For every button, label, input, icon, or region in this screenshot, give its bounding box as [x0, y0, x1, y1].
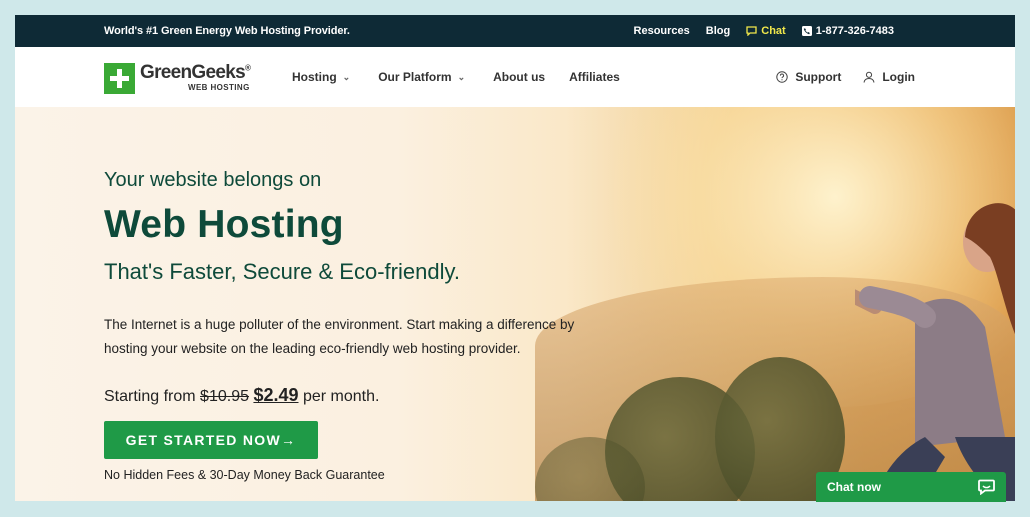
price-old: $10.95: [200, 388, 249, 405]
price-new: $2.49: [253, 385, 299, 405]
nav-item-label: Affiliates: [569, 70, 620, 84]
login-label: Login: [882, 70, 915, 84]
hero-subhead: That's Faster, Secure & Eco-friendly.: [104, 259, 460, 284]
top-bar-links: Resources Blog Chat 1-877-326-7483: [618, 25, 894, 37]
chevron-down-icon: ⌄: [457, 71, 466, 82]
hero-headline: Web Hosting: [104, 203, 344, 246]
logo-subtitle: WEB HOSTING: [188, 83, 250, 92]
top-bar: World's #1 Green Energy Web Hosting Prov…: [15, 15, 1015, 47]
phone-link[interactable]: 1-877-326-7483: [801, 25, 894, 37]
chat-bubble-icon: [746, 26, 757, 36]
nav-item-label: About us: [493, 70, 546, 84]
nav-utility-links: Support Login: [754, 47, 915, 107]
greengeeks-logo[interactable]: GreenGeeks® WEB HOSTING: [104, 62, 251, 94]
plus-icon: [104, 63, 135, 94]
main-nav: GreenGeeks® WEB HOSTING Hosting ⌄ Our Pl…: [15, 47, 1015, 108]
hero-section: Your website belongs on Web Hosting That…: [15, 107, 1015, 501]
chat-widget-label: Chat now: [827, 480, 881, 494]
user-icon: [863, 71, 875, 83]
nav-item-about-us[interactable]: About us: [493, 70, 545, 84]
guarantee-note: No Hidden Fees & 30-Day Money Back Guara…: [104, 468, 385, 482]
pricing-line: Starting from $10.95 $2.49 per month.: [104, 385, 379, 406]
nav-item-label: Our Platform: [378, 70, 452, 84]
price-prefix: Starting from: [104, 388, 196, 405]
tagline: World's #1 Green Energy Web Hosting Prov…: [104, 25, 350, 37]
hero-eyebrow: Your website belongs on: [104, 169, 322, 191]
chat-link-label: Chat: [761, 25, 786, 37]
help-circle-icon: [776, 71, 789, 83]
chevron-down-icon: ⌄: [342, 71, 351, 82]
blog-link[interactable]: Blog: [706, 25, 730, 37]
price-suffix: per month.: [302, 388, 380, 405]
cta-label: GET STARTED NOW: [125, 432, 282, 448]
hero-description: The Internet is a huge polluter of the e…: [104, 317, 575, 356]
login-link[interactable]: Login: [863, 70, 915, 84]
get-started-button[interactable]: GET STARTED NOW →: [104, 421, 318, 459]
chat-now-widget[interactable]: Chat now: [816, 472, 1006, 502]
phone-number: 1-877-326-7483: [815, 25, 894, 37]
resources-link[interactable]: Resources: [634, 25, 690, 37]
chat-bubble-icon: [978, 479, 995, 495]
nav-item-label: Hosting: [292, 70, 337, 84]
hero-person-image: [855, 203, 1015, 501]
nav-item-affiliates[interactable]: Affiliates: [569, 70, 620, 84]
logo-wordmark: GreenGeeks®: [140, 62, 251, 83]
phone-icon: [801, 26, 812, 36]
nav-item-our-platform[interactable]: Our Platform ⌄: [378, 70, 465, 84]
chat-link[interactable]: Chat: [746, 25, 786, 37]
browser-viewport: World's #1 Green Energy Web Hosting Prov…: [15, 15, 1015, 501]
support-label: Support: [795, 70, 842, 84]
nav-menu: Hosting ⌄ Our Platform ⌄ About us Affili…: [292, 47, 644, 107]
arrow-right-icon: →: [281, 432, 297, 448]
nav-item-hosting[interactable]: Hosting ⌄: [292, 70, 350, 84]
support-link[interactable]: Support: [776, 70, 841, 84]
